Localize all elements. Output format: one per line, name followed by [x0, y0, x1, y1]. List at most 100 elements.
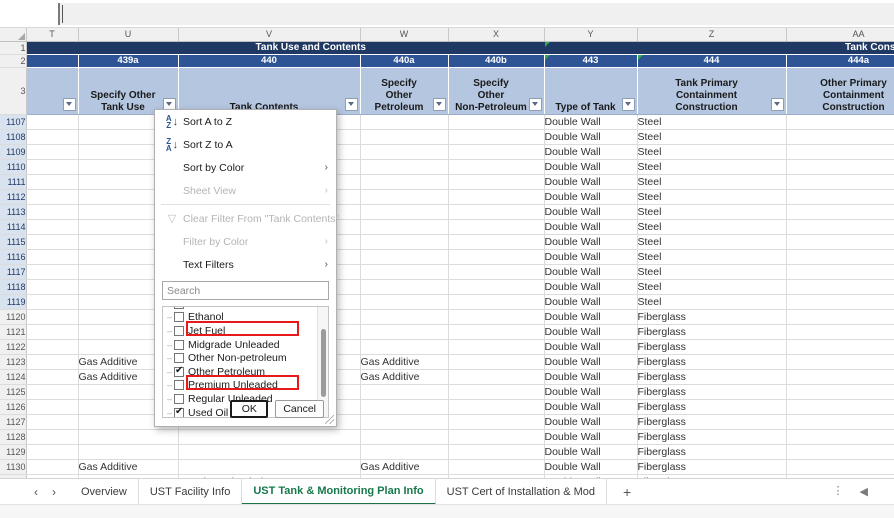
grid-cell[interactable]: [360, 159, 449, 175]
grid-cell[interactable]: [360, 249, 449, 265]
grid-cell[interactable]: Steel: [637, 114, 787, 130]
grid-cell[interactable]: [786, 189, 894, 205]
grid-cell[interactable]: [786, 234, 894, 250]
grid-cell[interactable]: Steel: [637, 294, 787, 310]
grid-cell[interactable]: [448, 459, 545, 475]
grid-cell[interactable]: Steel: [637, 234, 787, 250]
grid-cell[interactable]: Double Wall: [544, 234, 638, 250]
filter-list-scroll-thumb[interactable]: [321, 329, 326, 397]
table-row[interactable]: 1116 Double Wall Steel: [0, 249, 894, 265]
grid-cell[interactable]: Double Wall: [544, 399, 638, 415]
grid-cell[interactable]: [26, 309, 79, 325]
row-number[interactable]: 1127: [0, 414, 27, 430]
sheet-tab-ust-tank-monitoring-plan-info[interactable]: UST Tank & Monitoring Plan Info: [242, 478, 436, 505]
grid-cell[interactable]: [26, 114, 79, 130]
filter-button-x[interactable]: [528, 97, 542, 111]
table-row[interactable]: 1117 Double Wall Steel: [0, 264, 894, 280]
table-row[interactable]: 1129 Double Wall Fiberglass: [0, 444, 894, 460]
column-letter-z[interactable]: Z: [637, 28, 787, 42]
grid-cell[interactable]: [26, 414, 79, 430]
checkbox[interactable]: [174, 339, 184, 350]
table-row[interactable]: 1130 Gas Additive Gas Additive Double Wall F…: [0, 459, 894, 475]
grid-cell[interactable]: [360, 339, 449, 355]
grid-cell[interactable]: [448, 249, 545, 265]
row-number[interactable]: 1111: [0, 174, 27, 190]
grid-cell[interactable]: [786, 159, 894, 175]
grid-cell[interactable]: Fiberglass: [637, 324, 787, 340]
column-letter-x[interactable]: X: [448, 28, 545, 42]
grid-cell[interactable]: [786, 324, 894, 340]
grid-cell[interactable]: [178, 444, 361, 460]
grid-cell[interactable]: [448, 309, 545, 325]
menu-item-sort-by-color[interactable]: Sort by Color ›: [155, 156, 336, 179]
grid-cell[interactable]: [26, 159, 79, 175]
grid-cell[interactable]: Gas Additive: [360, 354, 449, 370]
grid-cell[interactable]: [448, 324, 545, 340]
grid-cell[interactable]: [360, 324, 449, 340]
filter-option-ethanol[interactable]: – Ethanol: [163, 311, 317, 325]
grid-cell[interactable]: Double Wall: [544, 339, 638, 355]
filter-button-y[interactable]: [621, 97, 635, 111]
row-number[interactable]: 1130: [0, 459, 27, 475]
grid-cell[interactable]: [786, 444, 894, 460]
grid-cell[interactable]: [26, 219, 79, 235]
grid-cell[interactable]: Steel: [637, 219, 787, 235]
grid-cell[interactable]: [78, 444, 179, 460]
grid-cell[interactable]: [786, 129, 894, 145]
grid-cell[interactable]: [786, 279, 894, 295]
grid-cell[interactable]: [360, 219, 449, 235]
table-row[interactable]: 1126 Double Wall Fiberglass: [0, 399, 894, 415]
grid-cell[interactable]: [786, 369, 894, 385]
grid-cell[interactable]: Double Wall: [544, 204, 638, 220]
grid-cell[interactable]: [178, 459, 361, 475]
grid-cell[interactable]: [786, 114, 894, 130]
checkbox[interactable]: [174, 353, 184, 364]
more-options-icon[interactable]: ⋮: [833, 486, 844, 497]
grid-cell[interactable]: [448, 189, 545, 205]
row-number[interactable]: 1122: [0, 339, 27, 355]
formula-input[interactable]: [58, 3, 894, 25]
grid-cell[interactable]: [26, 204, 79, 220]
grid-cell[interactable]: [448, 384, 545, 400]
grid-cell[interactable]: [26, 459, 79, 475]
grid-cell[interactable]: [360, 129, 449, 145]
grid-cell[interactable]: [448, 129, 545, 145]
filter-option-premium-unleaded[interactable]: – Premium Unleaded: [163, 379, 317, 393]
grid-cell[interactable]: [360, 264, 449, 280]
grid-cell[interactable]: [786, 174, 894, 190]
column-letter-u[interactable]: U: [78, 28, 179, 42]
grid-cell[interactable]: [26, 324, 79, 340]
grid-cell[interactable]: [26, 234, 79, 250]
grid-cell[interactable]: [448, 174, 545, 190]
table-row[interactable]: 1112 Double Wall Steel: [0, 189, 894, 205]
grid-cell[interactable]: Fiberglass: [637, 354, 787, 370]
table-row[interactable]: 1122 Double Wall Fiberglass: [0, 339, 894, 355]
grid-cell[interactable]: [786, 219, 894, 235]
cancel-button[interactable]: Cancel: [275, 400, 324, 418]
grid-cell[interactable]: [786, 294, 894, 310]
grid-cell[interactable]: [360, 429, 449, 445]
grid-cell[interactable]: Double Wall: [544, 249, 638, 265]
grid-cell[interactable]: Double Wall: [544, 279, 638, 295]
grid-cell[interactable]: [786, 399, 894, 415]
grid-cell[interactable]: Fiberglass: [637, 384, 787, 400]
row-number[interactable]: 1110: [0, 159, 27, 175]
column-letter-w[interactable]: W: [360, 28, 449, 42]
column-letter-aa[interactable]: AA: [786, 28, 894, 42]
table-row[interactable]: 1114 Double Wall Steel: [0, 219, 894, 235]
sheet-tab-ust-cert-of-installation-mod[interactable]: UST Cert of Installation & Mod: [436, 478, 608, 505]
grid-cell[interactable]: [448, 114, 545, 130]
grid-cell[interactable]: Fiberglass: [637, 429, 787, 445]
table-row[interactable]: 1125 Double Wall Fiberglass: [0, 384, 894, 400]
grid-cell[interactable]: Gas Additive: [78, 459, 179, 475]
grid-cell[interactable]: Steel: [637, 204, 787, 220]
grid-cell[interactable]: [786, 414, 894, 430]
grid-cell[interactable]: [360, 279, 449, 295]
grid-cell[interactable]: [26, 369, 79, 385]
grid-cell[interactable]: Double Wall: [544, 309, 638, 325]
grid-cell[interactable]: Gas Additive: [360, 459, 449, 475]
grid-cell[interactable]: [448, 264, 545, 280]
filter-dropdown-panel[interactable]: A Z ↓ Sort A to Z Z A ↓ Sort Z to A Sort by Colo…: [154, 109, 339, 427]
grid-cell[interactable]: [786, 339, 894, 355]
resize-grip[interactable]: [325, 415, 334, 424]
